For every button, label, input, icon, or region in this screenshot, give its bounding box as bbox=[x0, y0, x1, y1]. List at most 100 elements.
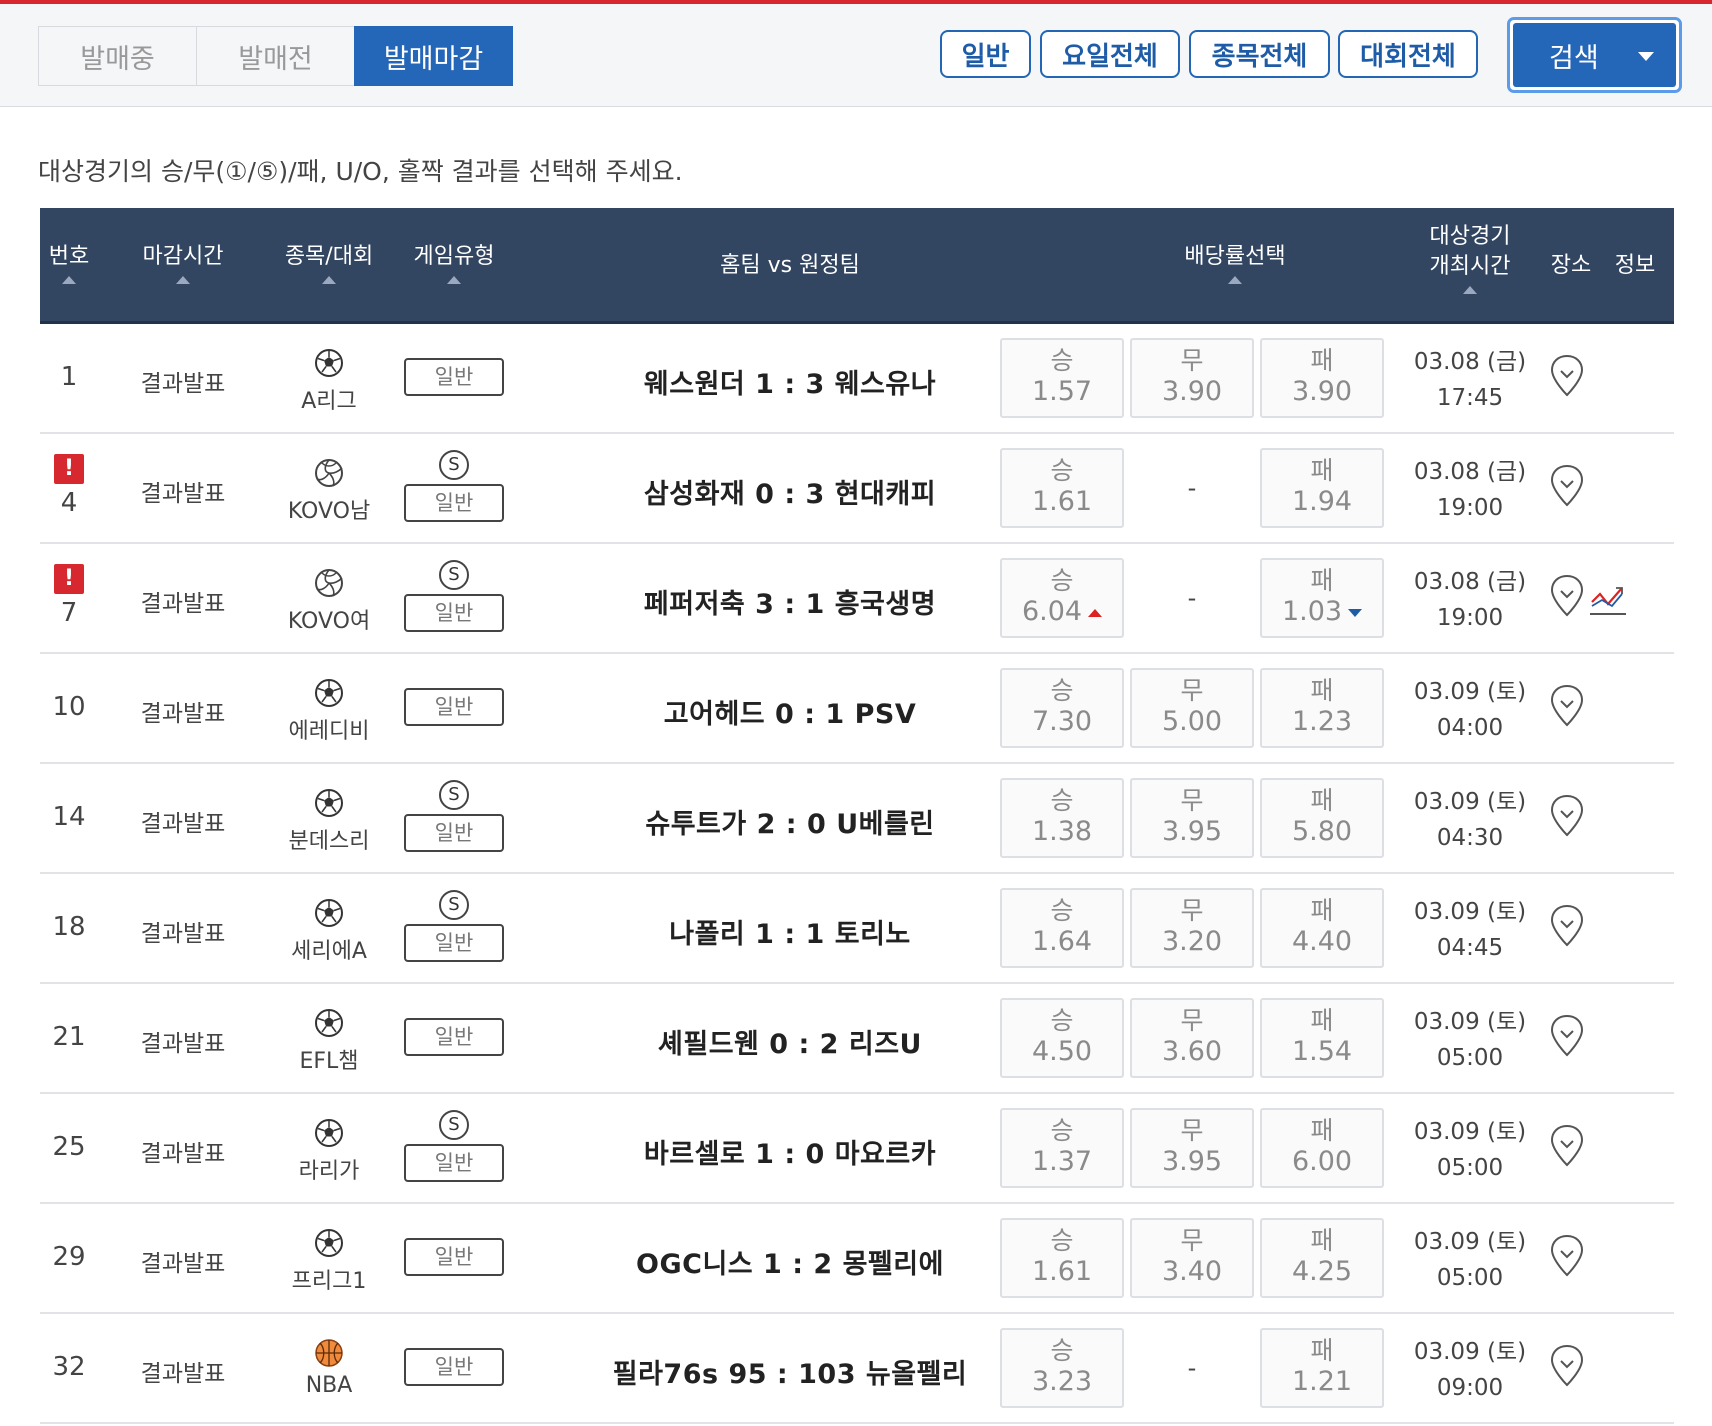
odds-win-button[interactable]: 승 1.57 bbox=[1000, 338, 1124, 418]
odds-win-button[interactable]: 승 6.04 bbox=[1000, 558, 1124, 638]
odds-lose-button[interactable]: 패 4.40 bbox=[1260, 888, 1384, 968]
soccer-ball-icon bbox=[268, 678, 390, 712]
filter-league-button[interactable]: 대회전체 bbox=[1338, 30, 1478, 78]
odds-lose-button[interactable]: 패 5.80 bbox=[1260, 778, 1384, 858]
odds-draw-button[interactable]: 무 3.95 bbox=[1130, 1108, 1254, 1188]
odds-value: 1.64 bbox=[1031, 926, 1093, 957]
filter-general-button[interactable]: 일반 bbox=[940, 30, 1031, 78]
venue-pin-icon[interactable] bbox=[1550, 464, 1592, 512]
odds-win-button[interactable]: 승 1.38 bbox=[1000, 778, 1124, 858]
sport-league-cell: 에레디비 bbox=[268, 678, 390, 745]
odds-label: 무 bbox=[1180, 676, 1204, 705]
venue-pin-icon[interactable] bbox=[1550, 1344, 1592, 1392]
table-row: 29 결과발표 프리그1 일반 OGC니스 1 : 2 몽펠리에 승 1.61 무 3.40 패 4… bbox=[40, 1204, 1674, 1314]
search-dropdown[interactable]: 검색 bbox=[1507, 17, 1682, 93]
header-sport[interactable]: 종목/대회 bbox=[268, 242, 390, 284]
header-num[interactable]: 번호 bbox=[40, 242, 98, 284]
tab-before-sale[interactable]: 발매전 bbox=[196, 26, 355, 86]
odds-label: 패 bbox=[1310, 1006, 1334, 1035]
league-name: 라리가 bbox=[298, 1159, 360, 1184]
odds-lose-button[interactable]: 패 1.21 bbox=[1260, 1328, 1384, 1408]
odds-draw-button[interactable]: 무 3.90 bbox=[1130, 338, 1254, 418]
odds-label: 승 bbox=[1050, 346, 1074, 375]
sport-league-cell: KOVO남 bbox=[268, 458, 390, 525]
filter-sport-button[interactable]: 종목전체 bbox=[1189, 30, 1330, 78]
odds-draw-button[interactable]: 무 3.60 bbox=[1130, 998, 1254, 1078]
odds-value: 3.90 bbox=[1291, 376, 1353, 407]
odds-label: 무 bbox=[1180, 896, 1204, 925]
header-datetime[interactable]: 대상경기 개최시간 bbox=[1400, 222, 1540, 294]
match-date: 03.08 (금) bbox=[1413, 569, 1527, 595]
volleyball-icon bbox=[268, 458, 390, 492]
odds-chart-icon[interactable] bbox=[1588, 580, 1660, 622]
odds-lose-button[interactable]: 패 3.90 bbox=[1260, 338, 1384, 418]
odds-draw-empty: - bbox=[1187, 1354, 1197, 1382]
game-type-badge: 일반 bbox=[404, 358, 504, 396]
sort-icon bbox=[447, 276, 461, 284]
venue-pin-icon[interactable] bbox=[1550, 354, 1592, 402]
league-name: 에레디비 bbox=[288, 719, 370, 744]
table-row: 32 결과발표 NBA 일반 필라76s 95 : 103 뉴올펠리 승 3.23 - 패 1.2… bbox=[40, 1314, 1674, 1424]
game-type-badge: 일반 bbox=[404, 814, 504, 852]
odds-draw-button[interactable]: 무 5.00 bbox=[1130, 668, 1254, 748]
sort-icon bbox=[1228, 276, 1242, 284]
odds-lose-button[interactable]: 패 1.94 bbox=[1260, 448, 1384, 528]
odds-win-button[interactable]: 승 3.23 bbox=[1000, 1328, 1124, 1408]
venue-pin-icon[interactable] bbox=[1550, 904, 1592, 952]
league-name: KOVO남 bbox=[287, 499, 371, 524]
odds-win-button[interactable]: 승 1.37 bbox=[1000, 1108, 1124, 1188]
game-type-badge: 일반 bbox=[404, 1238, 504, 1276]
game-type-cell: 일반 bbox=[397, 1238, 511, 1276]
odds-value: 3.60 bbox=[1161, 1036, 1223, 1067]
match-table: 번호 마감시간 종목/대회 게임유형 홈팀 vs 원정팀 배당률선택 대상경기 개… bbox=[40, 208, 1674, 1424]
match-date: 03.08 (금) bbox=[1413, 459, 1527, 485]
game-type-badge: 일반 bbox=[404, 688, 504, 726]
match-datetime: 03.09 (토) 04:00 bbox=[1400, 674, 1540, 746]
odds-lose-button[interactable]: 패 6.00 bbox=[1260, 1108, 1384, 1188]
match-date: 03.09 (토) bbox=[1413, 789, 1527, 815]
odds-win-button[interactable]: 승 1.61 bbox=[1000, 448, 1124, 528]
game-type-cell: S 일반 bbox=[397, 560, 511, 632]
header-odds[interactable]: 배당률선택 bbox=[1050, 242, 1420, 284]
venue-pin-icon[interactable] bbox=[1550, 684, 1592, 732]
odds-draw-button[interactable]: 무 3.40 bbox=[1130, 1218, 1254, 1298]
deadline-status: 결과발표 bbox=[140, 1141, 226, 1167]
odds-lose-button[interactable]: 패 1.03 bbox=[1260, 558, 1384, 638]
odds-draw-empty: - bbox=[1187, 474, 1197, 502]
instruction-text: 대상경기의 승/무(①/⑤)/패, U/O, 홀짝 결과를 선택해 주세요. bbox=[38, 157, 683, 186]
odds-label: 승 bbox=[1050, 1336, 1074, 1365]
deadline-status: 결과발표 bbox=[140, 921, 226, 947]
search-button[interactable]: 검색 bbox=[1513, 23, 1676, 87]
odds-win-button[interactable]: 승 1.61 bbox=[1000, 1218, 1124, 1298]
table-row: 10 결과발표 에레디비 일반 고어헤드 0 : 1 PSV 승 7.30 무 5.00 패 1.2… bbox=[40, 654, 1674, 764]
odds-lose-button[interactable]: 패 4.25 bbox=[1260, 1218, 1384, 1298]
odds-lose-button[interactable]: 패 1.23 bbox=[1260, 668, 1384, 748]
tab-on-sale[interactable]: 발매중 bbox=[38, 26, 197, 86]
venue-pin-icon[interactable] bbox=[1550, 1014, 1592, 1062]
venue-pin-icon[interactable] bbox=[1550, 1234, 1592, 1282]
odds-value: 4.50 bbox=[1031, 1036, 1093, 1067]
header-deadline[interactable]: 마감시간 bbox=[118, 242, 248, 284]
odds-value: 5.00 bbox=[1161, 706, 1223, 737]
match-result: 필라76s 95 : 103 뉴올펠리 bbox=[612, 1359, 968, 1390]
odds-win-button[interactable]: 승 4.50 bbox=[1000, 998, 1124, 1078]
filter-day-button[interactable]: 요일전체 bbox=[1040, 30, 1180, 78]
tab-sale-closed[interactable]: 발매마감 bbox=[354, 26, 513, 86]
odds-draw-button[interactable]: 무 3.95 bbox=[1130, 778, 1254, 858]
table-row: 1 결과발표 A리그 일반 웨스원더 1 : 3 웨스유나 승 1.57 무 3.90 패 3.90… bbox=[40, 324, 1674, 434]
match-time: 05:00 bbox=[1436, 1265, 1504, 1291]
venue-pin-icon[interactable] bbox=[1550, 1124, 1592, 1172]
game-type-cell: S 일반 bbox=[397, 450, 511, 522]
odds-win-button[interactable]: 승 7.30 bbox=[1000, 668, 1124, 748]
odds-win-button[interactable]: 승 1.64 bbox=[1000, 888, 1124, 968]
match-result: 삼성화재 0 : 3 현대캐피 bbox=[643, 479, 937, 510]
odds-label: 승 bbox=[1050, 786, 1074, 815]
odds-lose-button[interactable]: 패 1.54 bbox=[1260, 998, 1384, 1078]
odds-value: 1.37 bbox=[1031, 1146, 1093, 1177]
header-game-type[interactable]: 게임유형 bbox=[397, 242, 511, 284]
venue-pin-icon[interactable] bbox=[1550, 794, 1592, 842]
deadline-status: 결과발표 bbox=[140, 371, 226, 397]
odds-draw-button[interactable]: 무 3.20 bbox=[1130, 888, 1254, 968]
venue-pin-icon[interactable] bbox=[1550, 574, 1592, 622]
odds-value: 1.38 bbox=[1031, 816, 1093, 847]
